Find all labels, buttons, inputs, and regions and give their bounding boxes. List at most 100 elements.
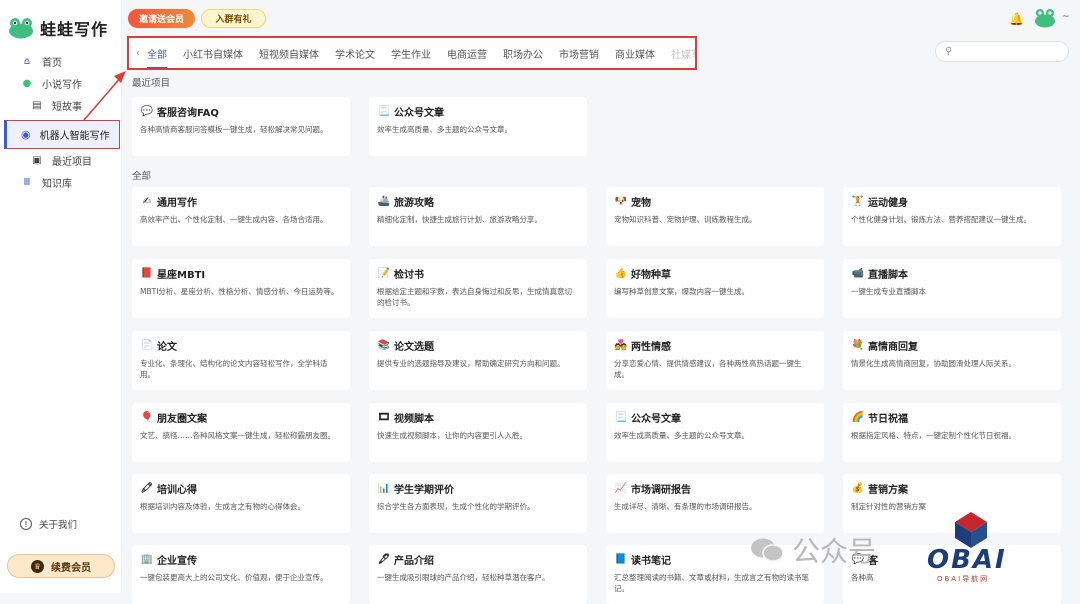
card-icon: 💬 — [140, 105, 154, 117]
search-icon: ⚲ — [945, 46, 953, 57]
avatar[interactable] — [1034, 8, 1056, 28]
template-card[interactable]: 🖍 培训心得根据培训内容及体验，生成言之有物的心得体会。 — [132, 474, 350, 533]
template-card[interactable]: 📚 论文选题 提供专业的选题指导及建议，帮助确定研究方向和问题。 — [369, 331, 587, 390]
wechat-watermark: 公众号 — [750, 530, 876, 570]
app-logo[interactable]: 蛙蛙写作 — [0, 0, 121, 44]
card-title-row: 📃 公众号文章 — [377, 103, 579, 119]
card-title: 宠物 — [631, 197, 651, 209]
sidebar-item-knowledge[interactable]: Ⅲ 知识库 — [0, 171, 121, 193]
tab-short-video[interactable]: 短视频自媒体 — [259, 46, 319, 61]
obai-brand: OBAI — [927, 545, 1007, 575]
template-card[interactable]: 📃 公众号文章 效率生成高质量、多主题的公众号文章。 — [369, 97, 587, 156]
card-title-row: 👍 好物种草 — [614, 265, 816, 281]
template-card[interactable]: 📄 论文 专业化、条理化、结构化的论文内容轻松写作，全学科适用。 — [132, 331, 350, 390]
search-box[interactable]: ⚲ — [935, 41, 1069, 62]
card-title-row: 📊 学生学期评价 — [377, 480, 579, 496]
tab-marketing[interactable]: 市场营销 — [559, 46, 599, 61]
watermark-text: 公众号 — [792, 535, 877, 568]
card-icon: 🎈 — [140, 411, 154, 423]
card-icon: 🚢 — [377, 195, 391, 207]
sidebar-item-home[interactable]: ⌂ 首页 — [0, 50, 121, 72]
archive-icon: ▣ — [32, 154, 42, 166]
chevron-left-icon[interactable]: ‹ — [129, 48, 147, 59]
all-section-title: 全部 — [132, 171, 152, 182]
card-title-row: 🖍 培训心得 — [140, 480, 342, 496]
card-icon: 🐶 — [614, 195, 628, 207]
obai-brand-sub: OBAI导航网 — [937, 575, 990, 583]
sidebar-item-label: 首页 — [42, 57, 62, 69]
sidebar-item-short-story[interactable]: ▤ 短故事 — [0, 94, 121, 116]
invite-button[interactable]: 邀请送会员 — [128, 9, 195, 28]
sidebar-item-robot-writing[interactable]: ◉ 机器人智能写作 — [4, 120, 120, 149]
card-title-row: 💑 两性情感 — [614, 337, 816, 353]
card-title: 两性情感 — [631, 341, 671, 353]
card-description: 效率生成高质量、多主题的公众号文章。 — [614, 431, 749, 440]
card-title: 星座MBTI — [157, 269, 206, 281]
template-card[interactable]: 🏋 运动健身 个性化健身计划、锻炼方法、营养搭配建议一键生成。 — [843, 187, 1061, 246]
tab-social-media[interactable]: 社媒写作 — [671, 46, 695, 61]
join-group-button[interactable]: 入群有礼 — [201, 9, 266, 28]
card-icon: ✍ — [142, 195, 152, 207]
tab-xiaohongshu[interactable]: 小红书自媒体 — [183, 46, 243, 61]
sidebar-item-recent[interactable]: ▣ 最近项目 — [0, 149, 121, 171]
template-card[interactable]: 📝 检讨书 根据给定主题和字数，表达自身悔过和反思，生成情真意切的检讨书。 — [369, 259, 587, 318]
card-icon: 📊 — [377, 482, 391, 494]
card-title: 节日祝福 — [868, 413, 908, 425]
card-icon: 💑 — [614, 339, 628, 351]
tab-ecommerce[interactable]: 电商运营 — [447, 46, 487, 61]
bell-icon[interactable]: 🔔 — [1009, 12, 1024, 26]
template-card[interactable]: 👍 好物种草编写种草创意文案，爆款内容一键生成。 — [606, 259, 824, 318]
template-card[interactable]: 🏢 企业宣传 一键包装更高大上的公司文化、价值观，便于企业宣传。 — [132, 545, 350, 604]
template-card[interactable]: 💬 客服咨询FAQ 各种高情商客服问答模板一键生成，轻松解决常见问题。 — [132, 97, 350, 156]
crown-icon: ♛ — [31, 559, 44, 573]
template-card[interactable]: 💑 两性情感 分享恋爱心情、提供情感建议，各种两性高热话题一键生成。 — [606, 331, 824, 390]
sidebar-item-novel[interactable]: ● 小说写作 — [0, 72, 121, 94]
card-title-row: 📄 论文 — [140, 337, 342, 353]
card-title-row: 🏢 企业宣传 — [140, 551, 342, 567]
template-card[interactable]: 📃 公众号文章效率生成高质量、多主题的公众号文章。 — [606, 403, 824, 462]
tab-all[interactable]: 全部 — [147, 46, 167, 68]
chevron-down-icon[interactable]: ~ — [1062, 12, 1070, 22]
template-card[interactable]: 💐 高情商回复 情景化生成高情商回复，协助圆滑处理人际关系。 — [843, 331, 1061, 390]
robot-icon: ◉ — [21, 128, 31, 141]
card-title: 运动健身 — [868, 197, 908, 209]
card-title: 公众号文章 — [394, 107, 444, 119]
card-description: 文艺、搞怪……各种风格文案一键生成，轻松称霸朋友圈。 — [140, 431, 335, 440]
card-icon: 🌈 — [851, 411, 865, 423]
card-title: 朋友圈文案 — [157, 413, 207, 425]
template-card[interactable]: 📊 学生学期评价 综合学生各方面表现，生成个性化的学期评价。 — [369, 474, 587, 533]
card-title-row: 💐 高情商回复 — [851, 337, 1053, 353]
card-title-row: 🖋 产品介绍 — [377, 551, 579, 567]
card-icon: 📃 — [377, 105, 391, 117]
template-card[interactable]: 🖋 产品介绍 一键生成吸引眼球的产品介绍，轻松种草潜在客户。 — [369, 545, 587, 604]
sidebar-item-label: 短故事 — [52, 101, 82, 113]
tab-office[interactable]: 职场办公 — [503, 46, 543, 61]
template-card[interactable]: 🚢 旅游攻略 精细化定制，快捷生成旅行计划、旅游攻略分享。 — [369, 187, 587, 246]
template-card[interactable]: 🌈 节日祝福 根据指定风格、特点，一键定制个性化节日祝福。 — [843, 403, 1061, 462]
search-input[interactable] — [956, 46, 1057, 57]
template-card[interactable]: 🎈 朋友圈文案文艺、搞怪……各种风格文案一键生成，轻松称霸朋友圈。 — [132, 403, 350, 462]
tab-homework[interactable]: 学生作业 — [391, 46, 431, 61]
card-icon: 🏢 — [140, 553, 154, 565]
card-title: 公众号文章 — [631, 413, 681, 425]
card-description: 编写种草创意文案，爆款内容一键生成。 — [614, 287, 749, 296]
card-title-row: 📃 公众号文章 — [614, 409, 816, 425]
template-card[interactable]: 📕 星座MBTI MBTI分析、星座分析、性格分析、情感分析、今日运势等。 — [132, 259, 350, 318]
tab-academic[interactable]: 学术论文 — [335, 46, 375, 61]
template-card[interactable]: 🎞 视频脚本 快速生成视频脚本，让你的内容更引人入胜。 — [369, 403, 587, 462]
template-card[interactable]: 📹 直播脚本 一键生成专业直播脚本 — [843, 259, 1061, 318]
renew-vip-button[interactable]: ♛ 续费会员 — [7, 554, 115, 578]
info-icon: ! — [20, 518, 32, 530]
sidebar-item-label: 最近项目 — [52, 156, 92, 168]
card-title: 读书笔记 — [631, 555, 671, 567]
sidebar-item-label: 小说写作 — [42, 79, 82, 91]
card-title-row: 🐶 宠物 — [614, 193, 816, 209]
template-card[interactable]: ✍ 通用写作 高效率产出、个性化定制、一键生成内容、各场合适用。 — [132, 187, 350, 246]
book-icon: ▤ — [32, 99, 42, 111]
about-us-link[interactable]: ! 关于我们 — [20, 517, 77, 531]
card-description: 根据培训内容及体验，生成言之有物的心得体会。 — [140, 502, 305, 511]
template-card[interactable]: 🐶 宠物 宠物知识科普、宠物护理、训练教程生成。 — [606, 187, 824, 246]
tab-business-media[interactable]: 商业媒体 — [615, 46, 655, 61]
card-title: 培训心得 — [157, 484, 197, 496]
template-card[interactable]: 📈 市场调研报告 生成详尽、清晰、有条理的市场调研报告。 — [606, 474, 824, 533]
